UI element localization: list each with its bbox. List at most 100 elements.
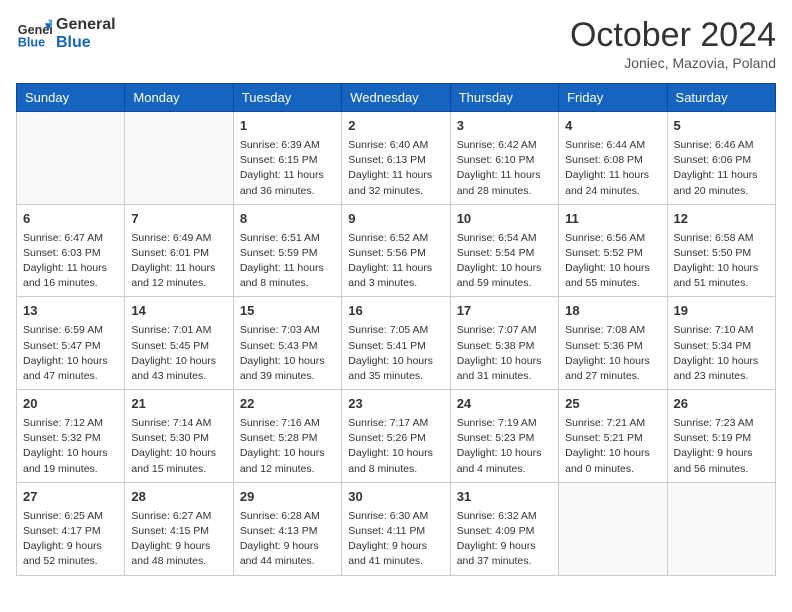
day-info: Sunrise: 7:19 AMSunset: 5:23 PMDaylight:… [457, 416, 552, 477]
day-number: 7 [131, 210, 226, 229]
calendar-cell: 9 Sunrise: 6:52 AMSunset: 5:56 PMDaylight… [342, 204, 450, 297]
day-info: Sunrise: 6:27 AMSunset: 4:15 PMDaylight:… [131, 509, 226, 570]
day-number: 14 [131, 302, 226, 321]
weekday-header-row: SundayMondayTuesdayWednesdayThursdayFrid… [17, 84, 776, 112]
calendar-cell: 4 Sunrise: 6:44 AMSunset: 6:08 PMDaylight… [559, 112, 667, 205]
day-info: Sunrise: 7:17 AMSunset: 5:26 PMDaylight:… [348, 416, 443, 477]
calendar-cell: 21 Sunrise: 7:14 AMSunset: 5:30 PMDayligh… [125, 390, 233, 483]
calendar-cell: 8Sunrise: 6:51 AMSunset: 5:59 PMDaylight… [233, 204, 341, 297]
calendar-cell: 26Sunrise: 7:23 AMSunset: 5:19 PMDayligh… [667, 390, 775, 483]
day-info: Sunrise: 6:52 AMSunset: 5:56 PMDaylight:… [348, 231, 443, 292]
calendar-cell: 2 Sunrise: 6:40 AMSunset: 6:13 PMDaylight… [342, 112, 450, 205]
calendar-week-row: 1Sunrise: 6:39 AMSunset: 6:15 PMDaylight… [17, 112, 776, 205]
day-number: 6 [23, 210, 118, 229]
day-info: Sunrise: 6:44 AMSunset: 6:08 PMDaylight:… [565, 138, 660, 199]
calendar-cell: 18 Sunrise: 7:08 AMSunset: 5:36 PMDayligh… [559, 297, 667, 390]
calendar-cell: 25 Sunrise: 7:21 AMSunset: 5:21 PMDayligh… [559, 390, 667, 483]
location-subtitle: Joniec, Mazovia, Poland [570, 55, 776, 71]
day-info: Sunrise: 7:01 AMSunset: 5:45 PMDaylight:… [131, 323, 226, 384]
day-number: 2 [348, 117, 443, 136]
day-info: Sunrise: 6:28 AMSunset: 4:13 PMDaylight:… [240, 509, 335, 570]
calendar-cell: 31 Sunrise: 6:32 AMSunset: 4:09 PMDayligh… [450, 482, 558, 575]
calendar-cell: 19 Sunrise: 7:10 AMSunset: 5:34 PMDayligh… [667, 297, 775, 390]
day-info: Sunrise: 6:42 AMSunset: 6:10 PMDaylight:… [457, 138, 552, 199]
day-number: 19 [674, 302, 769, 321]
logo-icon: General Blue [16, 16, 52, 52]
day-number: 20 [23, 395, 118, 414]
day-number: 21 [131, 395, 226, 414]
calendar-cell: 3 Sunrise: 6:42 AMSunset: 6:10 PMDaylight… [450, 112, 558, 205]
day-number: 17 [457, 302, 552, 321]
calendar-table: SundayMondayTuesdayWednesdayThursdayFrid… [16, 83, 776, 576]
weekday-header-tuesday: Tuesday [233, 84, 341, 112]
day-number: 15 [240, 302, 335, 321]
day-number: 5 [674, 117, 769, 136]
day-number: 24 [457, 395, 552, 414]
weekday-header-sunday: Sunday [17, 84, 125, 112]
logo-general: General [56, 16, 116, 34]
day-number: 12 [674, 210, 769, 229]
day-number: 3 [457, 117, 552, 136]
day-number: 10 [457, 210, 552, 229]
calendar-cell: 17 Sunrise: 7:07 AMSunset: 5:38 PMDayligh… [450, 297, 558, 390]
calendar-cell: 1Sunrise: 6:39 AMSunset: 6:15 PMDaylight… [233, 112, 341, 205]
day-info: Sunrise: 6:49 AMSunset: 6:01 PMDaylight:… [131, 231, 226, 292]
day-number: 28 [131, 488, 226, 507]
day-info: Sunrise: 7:07 AMSunset: 5:38 PMDaylight:… [457, 323, 552, 384]
month-title: October 2024 [570, 16, 776, 55]
day-number: 8 [240, 210, 335, 229]
weekday-header-wednesday: Wednesday [342, 84, 450, 112]
calendar-cell [125, 112, 233, 205]
day-number: 4 [565, 117, 660, 136]
day-number: 18 [565, 302, 660, 321]
day-info: Sunrise: 6:30 AMSunset: 4:11 PMDaylight:… [348, 509, 443, 570]
calendar-cell [17, 112, 125, 205]
day-number: 25 [565, 395, 660, 414]
calendar-cell [559, 482, 667, 575]
calendar-cell: 23 Sunrise: 7:17 AMSunset: 5:26 PMDayligh… [342, 390, 450, 483]
day-info: Sunrise: 6:58 AMSunset: 5:50 PMDaylight:… [674, 231, 769, 292]
day-info: Sunrise: 6:47 AMSunset: 6:03 PMDaylight:… [23, 231, 118, 292]
calendar-cell: 28 Sunrise: 6:27 AMSunset: 4:15 PMDayligh… [125, 482, 233, 575]
calendar-cell: 12 Sunrise: 6:58 AMSunset: 5:50 PMDayligh… [667, 204, 775, 297]
calendar-cell: 24 Sunrise: 7:19 AMSunset: 5:23 PMDayligh… [450, 390, 558, 483]
calendar-cell: 5Sunrise: 6:46 AMSunset: 6:06 PMDaylight… [667, 112, 775, 205]
day-number: 9 [348, 210, 443, 229]
calendar-week-row: 6 Sunrise: 6:47 AMSunset: 6:03 PMDaylight… [17, 204, 776, 297]
day-number: 1 [240, 117, 335, 136]
day-info: Sunrise: 7:16 AMSunset: 5:28 PMDaylight:… [240, 416, 335, 477]
calendar-cell: 7 Sunrise: 6:49 AMSunset: 6:01 PMDaylight… [125, 204, 233, 297]
day-number: 30 [348, 488, 443, 507]
day-info: Sunrise: 7:10 AMSunset: 5:34 PMDaylight:… [674, 323, 769, 384]
day-info: Sunrise: 6:25 AMSunset: 4:17 PMDaylight:… [23, 509, 118, 570]
day-info: Sunrise: 6:32 AMSunset: 4:09 PMDaylight:… [457, 509, 552, 570]
calendar-cell: 20 Sunrise: 7:12 AMSunset: 5:32 PMDayligh… [17, 390, 125, 483]
day-info: Sunrise: 7:12 AMSunset: 5:32 PMDaylight:… [23, 416, 118, 477]
weekday-header-saturday: Saturday [667, 84, 775, 112]
calendar-cell: 16 Sunrise: 7:05 AMSunset: 5:41 PMDayligh… [342, 297, 450, 390]
day-info: Sunrise: 7:08 AMSunset: 5:36 PMDaylight:… [565, 323, 660, 384]
calendar-cell: 10Sunrise: 6:54 AMSunset: 5:54 PMDayligh… [450, 204, 558, 297]
calendar-cell: 13Sunrise: 6:59 AMSunset: 5:47 PMDayligh… [17, 297, 125, 390]
day-info: Sunrise: 7:03 AMSunset: 5:43 PMDaylight:… [240, 323, 335, 384]
day-number: 31 [457, 488, 552, 507]
day-info: Sunrise: 6:56 AMSunset: 5:52 PMDaylight:… [565, 231, 660, 292]
day-number: 16 [348, 302, 443, 321]
calendar-week-row: 20 Sunrise: 7:12 AMSunset: 5:32 PMDayligh… [17, 390, 776, 483]
day-number: 29 [240, 488, 335, 507]
calendar-cell: 14 Sunrise: 7:01 AMSunset: 5:45 PMDayligh… [125, 297, 233, 390]
calendar-week-row: 27Sunrise: 6:25 AMSunset: 4:17 PMDayligh… [17, 482, 776, 575]
calendar-cell: 29 Sunrise: 6:28 AMSunset: 4:13 PMDayligh… [233, 482, 341, 575]
day-info: Sunrise: 7:14 AMSunset: 5:30 PMDaylight:… [131, 416, 226, 477]
day-info: Sunrise: 7:05 AMSunset: 5:41 PMDaylight:… [348, 323, 443, 384]
day-number: 23 [348, 395, 443, 414]
calendar-cell [667, 482, 775, 575]
calendar-cell: 15 Sunrise: 7:03 AMSunset: 5:43 PMDayligh… [233, 297, 341, 390]
calendar-cell: 30 Sunrise: 6:30 AMSunset: 4:11 PMDayligh… [342, 482, 450, 575]
day-info: Sunrise: 6:40 AMSunset: 6:13 PMDaylight:… [348, 138, 443, 199]
weekday-header-monday: Monday [125, 84, 233, 112]
weekday-header-friday: Friday [559, 84, 667, 112]
day-info: Sunrise: 7:21 AMSunset: 5:21 PMDaylight:… [565, 416, 660, 477]
day-number: 26 [674, 395, 769, 414]
calendar-week-row: 13Sunrise: 6:59 AMSunset: 5:47 PMDayligh… [17, 297, 776, 390]
